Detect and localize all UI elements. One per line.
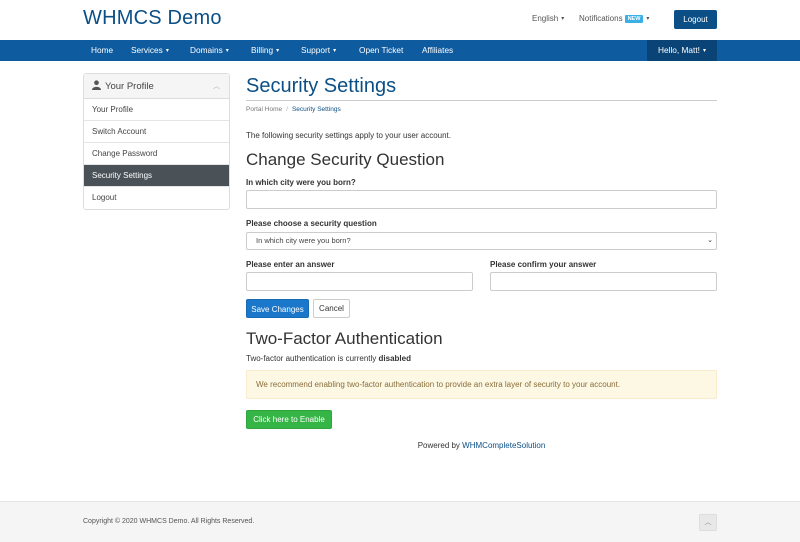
cancel-button[interactable]: Cancel (313, 299, 350, 318)
user-greeting: Hello, Matt! (658, 45, 700, 55)
back-to-top-button[interactable]: ︿ (699, 514, 717, 531)
sidebar-item-your-profile[interactable]: Your Profile (84, 99, 229, 121)
notifications-menu[interactable]: Notifications NEW ▾ (579, 14, 649, 23)
two-factor-alert: We recommend enabling two-factor authent… (246, 370, 717, 399)
sidebar-header[interactable]: Your Profile ︿ (84, 74, 229, 99)
title-divider (246, 100, 717, 101)
notifications-label: Notifications (579, 14, 623, 23)
sidebar-item-change-password[interactable]: Change Password (84, 143, 229, 165)
current-question-label: In which city were you born? (246, 178, 356, 187)
breadcrumb-current[interactable]: Security Settings (292, 106, 341, 113)
language-label: English (532, 14, 559, 23)
top-header: WHMCS Demo English ▾ Notifications NEW ▾ Lo… (0, 0, 800, 40)
user-icon (92, 80, 101, 90)
page-title: Security Settings (246, 75, 397, 97)
chevron-down-icon: ▾ (276, 48, 280, 54)
powered-by-link[interactable]: WHMCompleteSolution (462, 441, 545, 450)
answer-input[interactable] (246, 272, 473, 291)
nav-support[interactable]: Support ▾ (301, 40, 336, 61)
sidebar-item-security-settings[interactable]: Security Settings (84, 165, 229, 187)
chevron-down-icon: ▾ (165, 48, 169, 54)
nav-affiliates-label: Affiliates (422, 45, 454, 55)
security-question-select[interactable]: In which city were you born? ⌄ (246, 232, 717, 250)
two-factor-heading: Two-Factor Authentication (246, 329, 443, 348)
nav-affiliates[interactable]: Affiliates (422, 40, 453, 61)
confirm-answer-label: Please confirm your answer (490, 260, 597, 269)
nav-services-label: Services (131, 45, 163, 55)
nav-billing-label: Billing (251, 45, 274, 55)
sidebar-item-logout[interactable]: Logout (84, 187, 229, 209)
intro-text: The following security settings apply to… (246, 131, 451, 140)
nav-billing[interactable]: Billing ▾ (251, 40, 279, 61)
chevron-down-icon: ▾ (561, 16, 565, 22)
two-factor-status-value: disabled (378, 354, 411, 363)
nav-open-ticket-label: Open Ticket (359, 45, 404, 55)
security-question-heading: Change Security Question (246, 150, 445, 169)
chevron-down-icon: ⌄ (707, 237, 713, 244)
enable-two-factor-button[interactable]: Click here to Enable (246, 410, 332, 429)
chevron-down-icon: ▾ (225, 48, 229, 54)
two-factor-status-prefix: Two-factor authentication is currently (246, 354, 377, 363)
choose-question-label: Please choose a security question (246, 219, 377, 228)
chevron-up-icon: ︿ (704, 519, 712, 526)
nav-home-label: Home (91, 45, 114, 55)
sidebar-title: Your Profile (105, 81, 154, 92)
nav-domains[interactable]: Domains ▾ (190, 40, 229, 61)
breadcrumb: Portal Home / Security Settings (246, 106, 341, 113)
site-logo[interactable]: WHMCS Demo (83, 7, 222, 30)
logout-button[interactable]: Logout (674, 10, 717, 29)
selected-question: In which city were you born? (256, 236, 351, 245)
two-factor-status: Two-factor authentication is currently d… (246, 354, 411, 363)
profile-sidebar: Your Profile ︿ Your Profile Switch Accou… (83, 73, 230, 210)
powered-by-prefix: Powered by (417, 441, 460, 450)
main-navbar: Home Services ▾ Domains ▾ Billing ▾ Support… (0, 40, 800, 61)
answer-label: Please enter an answer (246, 260, 335, 269)
new-badge: NEW (624, 15, 644, 23)
breadcrumb-separator: / (286, 106, 288, 113)
footer: Copyright © 2020 WHMCS Demo. All Rights … (0, 501, 800, 542)
nav-support-label: Support (301, 45, 331, 55)
nav-services[interactable]: Services ▾ (131, 40, 169, 61)
copyright-text: Copyright © 2020 WHMCS Demo. All Rights … (83, 518, 255, 525)
save-changes-button[interactable]: Save Changes (246, 299, 309, 318)
chevron-down-icon: ▾ (646, 16, 650, 22)
chevron-up-icon[interactable]: ︿ (213, 74, 220, 99)
sidebar-item-switch-account[interactable]: Switch Account (84, 121, 229, 143)
chevron-down-icon: ▾ (333, 48, 337, 54)
chevron-down-icon: ▾ (702, 48, 706, 54)
nav-home[interactable]: Home (91, 40, 113, 61)
powered-by: Powered by WHMCompleteSolution (246, 441, 717, 450)
language-selector[interactable]: English ▾ (532, 14, 564, 23)
nav-open-ticket[interactable]: Open Ticket (359, 40, 403, 61)
breadcrumb-home[interactable]: Portal Home (246, 106, 282, 113)
nav-domains-label: Domains (190, 45, 223, 55)
current-answer-input[interactable] (246, 190, 717, 209)
confirm-answer-input[interactable] (490, 272, 717, 291)
user-menu[interactable]: Hello, Matt! ▾ (647, 40, 717, 61)
